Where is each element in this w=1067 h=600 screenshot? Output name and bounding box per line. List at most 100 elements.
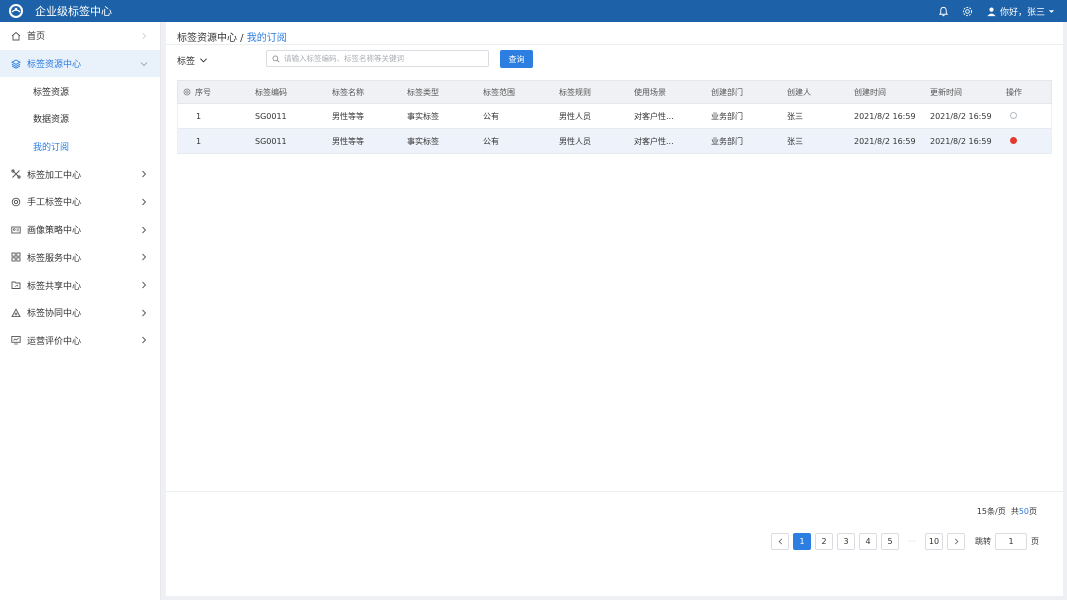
table-cell: 2021/8/2 16:59: [854, 136, 916, 146]
column-header: 操作: [1006, 87, 1022, 97]
table-cell: 公有: [483, 111, 499, 121]
filter-label: 标签: [177, 57, 196, 67]
table-cell: 业务部门: [711, 136, 743, 146]
column-header: 创建部门: [711, 87, 743, 97]
sidebar-subitem[interactable]: 数据资源: [0, 105, 160, 133]
sidebar-item-label: 标签共享中心: [27, 281, 82, 292]
table-body: 1 SG0011 男性等等 事实标签 公有 男性人员 对客户性... 业务部门 张三 2021/8…: [177, 104, 1052, 154]
sidebar-item[interactable]: 运营评价中心: [0, 327, 160, 355]
tools-icon: [11, 169, 21, 179]
bell-icon[interactable]: [938, 6, 949, 17]
sidebar-item[interactable]: 首页: [0, 22, 160, 50]
sidebar-item-label: 首页: [27, 32, 46, 43]
home-icon: [11, 31, 21, 41]
table-cell: 业务部门: [711, 111, 743, 121]
footer-divider: [166, 491, 1063, 492]
user-greeting: 你好，张三: [999, 7, 1045, 18]
sidebar-subitem-label: 数据资源: [33, 115, 70, 126]
table-cell: 公有: [483, 136, 499, 146]
sidebar: 首页 标签资源中心 标签资源 数据资源 我的订阅 标签加工中心 手工标签中心 画像策略中心 标签…: [0, 22, 161, 600]
sidebar-item-label: 标签服务中心: [27, 253, 82, 264]
triangle-icon: [11, 307, 21, 318]
row-index-value: 1: [196, 111, 202, 121]
chevron-right-icon: [142, 337, 147, 344]
sidebar-item[interactable]: 标签共享中心: [0, 271, 160, 299]
user-menu[interactable]: 你好，张三: [986, 5, 1055, 18]
chevron-right-icon: [142, 309, 147, 317]
breadcrumb-separator: /: [237, 33, 247, 44]
page-button[interactable]: 4: [859, 533, 877, 550]
pagination: 12345 ··· 10 跳转 页: [771, 533, 1039, 550]
sidebar-item[interactable]: 标签资源中心: [0, 49, 160, 78]
row-index: 1: [178, 137, 255, 146]
column-header: 更新时间: [930, 87, 962, 97]
jump-label: 跳转: [975, 537, 991, 546]
settings-gear-icon[interactable]: [962, 6, 973, 17]
jump-page-input[interactable]: [995, 533, 1027, 550]
sidebar-item[interactable]: 标签加工中心: [0, 160, 160, 188]
search-input[interactable]: [284, 54, 484, 63]
settings-icon: [11, 197, 21, 207]
table-cell: 男性人员: [559, 111, 591, 121]
table-cell: 对客户性...: [634, 136, 674, 146]
table-row[interactable]: 1 SG0011 男性等等 事实标签 公有 男性人员 对客户性... 业务部门 张三 2021/8…: [177, 129, 1052, 154]
chevron-right-icon: [142, 281, 147, 289]
search-box[interactable]: [266, 50, 489, 67]
sidebar-item[interactable]: 标签服务中心: [0, 244, 160, 272]
column-header: 标签范围: [483, 87, 515, 97]
page-button[interactable]: 5: [881, 533, 899, 550]
main-content: 标签资源中心 / 我的订阅 标签 查询 序号 标签编码 标签名称 标签类型 标签范围 标签…: [166, 22, 1063, 596]
sidebar-item-label: 标签资源中心: [27, 60, 82, 71]
total-prefix: 共: [1010, 507, 1019, 516]
chevron-down-icon: [140, 61, 148, 66]
chevron-down-icon: [200, 58, 207, 63]
column-header: 创建时间: [854, 87, 886, 97]
sidebar-item[interactable]: 标签协同中心: [0, 299, 160, 327]
page-ellipsis: ···: [908, 537, 916, 546]
sidebar-subitem-label: 标签资源: [33, 87, 70, 98]
sidebar-subitem-label: 我的订阅: [33, 143, 70, 154]
operation-cell: [1006, 136, 1046, 146]
table-cell: 张三: [787, 136, 803, 146]
table-cell: 事实标签: [407, 111, 439, 121]
table-cell: 男性等等: [332, 136, 364, 146]
page-button[interactable]: 2: [815, 533, 833, 550]
tag-filter-dropdown[interactable]: 标签: [177, 54, 208, 67]
id-card-icon: [11, 225, 21, 235]
chevron-right-icon: [142, 198, 147, 206]
sidebar-subitem[interactable]: 我的订阅: [0, 133, 160, 161]
row-index-value: 1: [196, 136, 202, 146]
table-cell: 事实标签: [407, 136, 439, 146]
chevron-right-icon: [954, 538, 958, 545]
subscription-status-toggle[interactable]: [1010, 136, 1017, 144]
total-suffix: 页: [1029, 507, 1037, 516]
user-icon: [987, 7, 996, 16]
table-cell: 男性人员: [559, 136, 591, 146]
sidebar-item-label: 标签加工中心: [27, 170, 82, 181]
subscription-status-toggle[interactable]: [1010, 111, 1017, 119]
app-logo: [9, 4, 23, 18]
table-row[interactable]: 1 SG0011 男性等等 事实标签 公有 男性人员 对客户性... 业务部门 张三 2021/8…: [177, 104, 1052, 129]
column-header: 标签编码: [255, 87, 287, 97]
page-button[interactable]: 3: [837, 533, 855, 550]
next-page-button[interactable]: [947, 533, 965, 550]
page-button-last[interactable]: 10: [925, 533, 943, 550]
page-button[interactable]: 1: [793, 533, 811, 550]
sidebar-item[interactable]: 画像策略中心: [0, 216, 160, 244]
sidebar-subitem[interactable]: 标签资源: [0, 77, 160, 105]
table-cell: 张三: [787, 111, 803, 121]
column-header: 标签名称: [332, 87, 364, 97]
breadcrumb-parent[interactable]: 标签资源中心: [177, 33, 237, 44]
operation-cell: [1006, 111, 1046, 121]
sidebar-item[interactable]: 手工标签中心: [0, 188, 160, 216]
column-settings-icon[interactable]: [183, 88, 191, 96]
prev-page-button[interactable]: [771, 533, 789, 550]
app-title: 企业级标签中心: [35, 5, 112, 18]
per-page-label[interactable]: 15条/页: [977, 507, 1006, 516]
layers-icon: [11, 59, 21, 69]
jump-suffix: 页: [1031, 537, 1039, 546]
query-button[interactable]: 查询: [500, 50, 533, 68]
chevron-right-icon: [142, 226, 147, 233]
header-cell-index: 序号: [178, 87, 255, 98]
sidebar-item-label: 手工标签中心: [27, 198, 82, 209]
